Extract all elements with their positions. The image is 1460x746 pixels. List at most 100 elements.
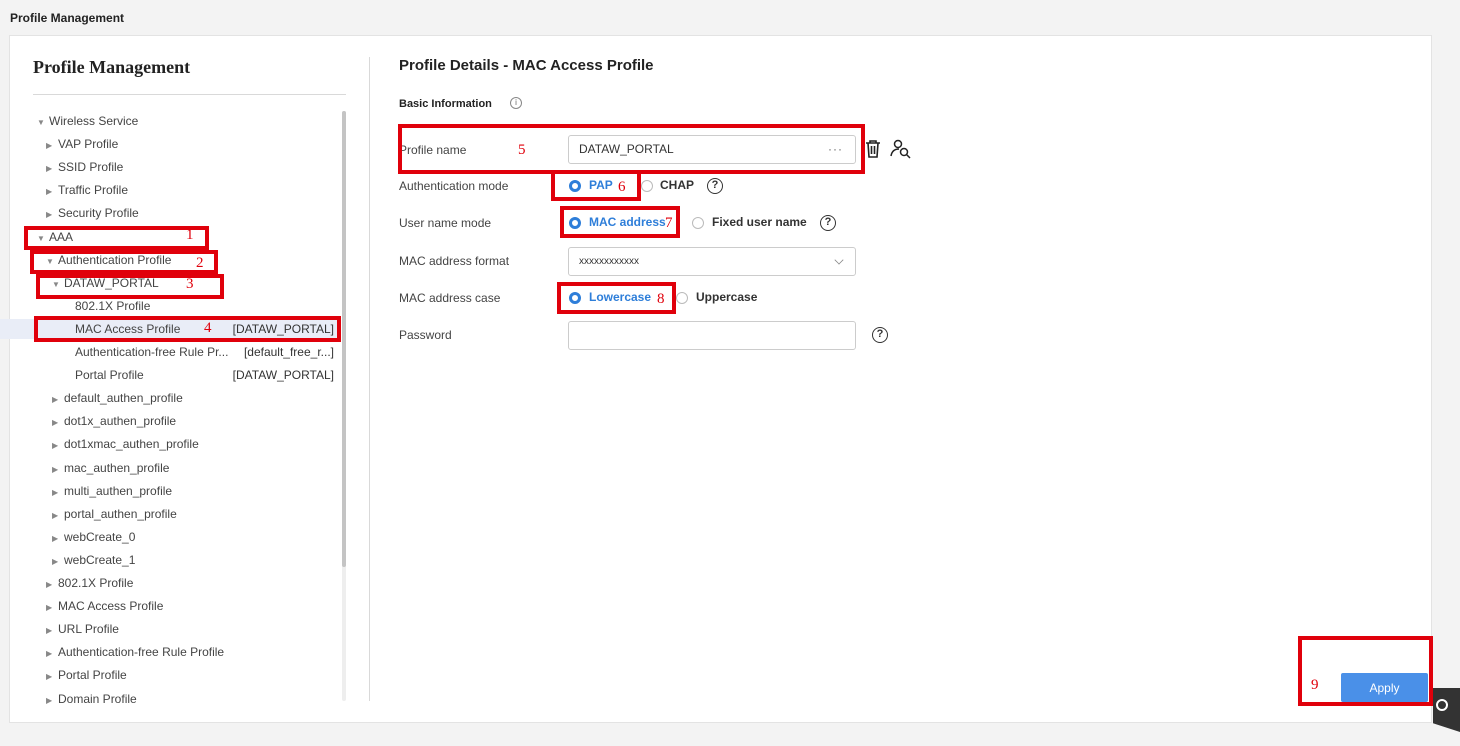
- tree-item-tag: [default_free_r...]: [243, 345, 334, 359]
- radio-fixed-user-name-label[interactable]: Fixed user name: [712, 215, 807, 229]
- tree-item-label: 802.1X Profile: [75, 298, 151, 313]
- annotation-box-2: [30, 250, 218, 274]
- tree-item-label: Security Profile: [58, 206, 139, 221]
- tree-item-webcreate-0[interactable]: ▶ webCreate_0: [0, 527, 340, 547]
- annotation-box-1: [24, 226, 209, 250]
- tree-item-portal-authen-profile[interactable]: ▶ portal_authen_profile: [0, 504, 340, 524]
- tree-item-portal-profile[interactable]: ▶ Portal Profile: [0, 665, 340, 685]
- tree-item-url-profile[interactable]: ▶ URL Profile: [0, 619, 340, 639]
- caret-right-icon[interactable]: ▶: [46, 205, 58, 225]
- tree-item-label: Traffic Profile: [58, 183, 129, 198]
- radio-uppercase-label[interactable]: Uppercase: [696, 290, 757, 304]
- tree-item-label: 802.1X Profile: [58, 576, 134, 590]
- auth-mode-label: Authentication mode: [399, 179, 509, 193]
- caret-right-icon[interactable]: ▶: [46, 644, 58, 664]
- side-panel-toggle[interactable]: [1433, 688, 1460, 732]
- tree-item-802-1x-profile[interactable]: ▶ 802.1X Profile: [0, 573, 340, 593]
- caret-right-icon[interactable]: ▶: [46, 136, 58, 156]
- mac-format-select[interactable]: xxxxxxxxxxxx: [568, 247, 856, 276]
- tree-item-label: Authentication-free Rule Profile: [58, 645, 225, 660]
- tree-item-label: VAP Profile: [58, 137, 119, 152]
- caret-right-icon[interactable]: ▶: [52, 460, 64, 480]
- annotation-number-2: 2: [196, 255, 204, 271]
- tree-item-label: Portal Profile: [75, 368, 144, 383]
- tree-item-label: webCreate_1: [64, 552, 136, 567]
- caret-right-icon[interactable]: ▶: [52, 552, 64, 572]
- tree-item-default-authen-profile[interactable]: ▶ default_authen_profile: [0, 388, 340, 408]
- caret-right-icon[interactable]: ▶: [52, 483, 64, 503]
- caret-right-icon[interactable]: ▶: [46, 598, 58, 618]
- tree-item-label: dot1xmac_authen_profile: [64, 437, 199, 452]
- tree-item-webcreate-1[interactable]: ▶ webCreate_1: [0, 550, 340, 570]
- tree-item-label: portal_authen_profile: [64, 506, 177, 521]
- tree-item-label: default_authen_profile: [64, 391, 183, 406]
- mac-format-value: xxxxxxxxxxxx: [579, 256, 639, 267]
- tree-item-label: multi_authen_profile: [64, 483, 173, 498]
- annotation-number-8: 8: [657, 291, 665, 307]
- radio-uppercase[interactable]: [676, 292, 688, 304]
- mac-case-label: MAC address case: [399, 291, 501, 305]
- annotation-box-6: [551, 170, 641, 201]
- tree-item-label: dot1x_authen_profile: [64, 414, 177, 429]
- tree-item-ssid-profile[interactable]: ▶ SSID Profile: [0, 157, 340, 177]
- radio-chap-label[interactable]: CHAP: [660, 178, 694, 192]
- annotation-box-9: [1298, 636, 1433, 706]
- annotation-box-3: [36, 274, 224, 299]
- annotation-number-7: 7: [665, 215, 673, 231]
- tree-item-vap-profile[interactable]: ▶ VAP Profile: [0, 134, 340, 154]
- mac-format-label: MAC address format: [399, 254, 510, 268]
- user-search-icon[interactable]: [890, 139, 912, 159]
- tree-item-portal-profile[interactable]: Portal Profile [DATAW_PORTAL]: [0, 365, 340, 385]
- annotation-number-6: 6: [618, 179, 626, 195]
- caret-right-icon[interactable]: ▶: [52, 413, 64, 433]
- caret-right-icon[interactable]: ▶: [52, 390, 64, 410]
- tree-item-multi-authen-profile[interactable]: ▶ multi_authen_profile: [0, 481, 340, 501]
- caret-right-icon[interactable]: ▶: [52, 436, 64, 456]
- password-label: Password: [399, 328, 452, 342]
- tree-item-authentication-free-rule-profile[interactable]: ▶ Authentication-free Rule Profile: [0, 642, 340, 662]
- tree-item-dot1x-authen-profile[interactable]: ▶ dot1x_authen_profile: [0, 411, 340, 431]
- info-icon: i: [510, 97, 522, 109]
- annotation-box-5: [398, 124, 865, 174]
- annotation-number-3: 3: [186, 276, 194, 292]
- caret-right-icon[interactable]: ▶: [46, 621, 58, 641]
- tree-item-mac-authen-profile[interactable]: ▶ mac_authen_profile: [0, 458, 340, 478]
- tree-item-traffic-profile[interactable]: ▶ Traffic Profile: [0, 180, 340, 200]
- left-panel-title: Profile Management: [33, 57, 191, 77]
- tree-item-domain-profile[interactable]: ▶ Domain Profile: [0, 689, 340, 707]
- tree-item-security-profile[interactable]: ▶ Security Profile: [0, 203, 340, 223]
- tree-item-label: SSID Profile: [58, 160, 124, 175]
- caret-down-icon[interactable]: ▼: [37, 113, 49, 133]
- tree-item-dot1xmac-authen-profile[interactable]: ▶ dot1xmac_authen_profile: [0, 434, 340, 454]
- annotation-box-7: [560, 206, 680, 238]
- caret-right-icon[interactable]: ▶: [46, 575, 58, 595]
- delete-icon[interactable]: [864, 139, 882, 159]
- radio-fixed-user-name[interactable]: [692, 217, 704, 229]
- user-name-mode-help-icon[interactable]: ?: [820, 215, 836, 231]
- page-title: Profile Management: [10, 11, 125, 25]
- caret-right-icon[interactable]: ▶: [46, 691, 58, 707]
- password-help-icon[interactable]: ?: [872, 327, 888, 343]
- tree-item-tag: [DATAW_PORTAL]: [232, 368, 334, 383]
- password-field[interactable]: [568, 321, 856, 350]
- radio-chap[interactable]: [641, 180, 653, 192]
- toggle-icon: [1436, 699, 1448, 711]
- caret-right-icon[interactable]: ▶: [52, 506, 64, 526]
- caret-right-icon[interactable]: ▶: [46, 667, 58, 687]
- tree-item-mac-access-profile[interactable]: ▶ MAC Access Profile: [0, 596, 340, 616]
- details-title: Profile Details - MAC Access Profile: [399, 57, 654, 74]
- tree-item-label: MAC Access Profile: [58, 599, 164, 614]
- tree-item-label: mac_authen_profile: [64, 460, 170, 475]
- caret-right-icon[interactable]: ▶: [46, 159, 58, 179]
- tree-item-wireless-service[interactable]: ▼ Wireless Service: [0, 111, 340, 131]
- tree-item-label: Domain Profile: [58, 691, 137, 706]
- caret-right-icon[interactable]: ▶: [46, 182, 58, 202]
- chevron-down-icon: [834, 255, 844, 265]
- tree-item-authentication-free-rule-pr[interactable]: Authentication-free Rule Pr... [default_f…: [0, 342, 340, 362]
- tree-item-label: Authentication-free Rule Pr...: [75, 345, 229, 359]
- tree-scrollbar-thumb[interactable]: [342, 111, 346, 567]
- tree-item-label: Portal Profile: [58, 668, 127, 683]
- auth-mode-help-icon[interactable]: ?: [707, 178, 723, 194]
- annotation-number-9: 9: [1311, 677, 1319, 693]
- caret-right-icon[interactable]: ▶: [52, 529, 64, 549]
